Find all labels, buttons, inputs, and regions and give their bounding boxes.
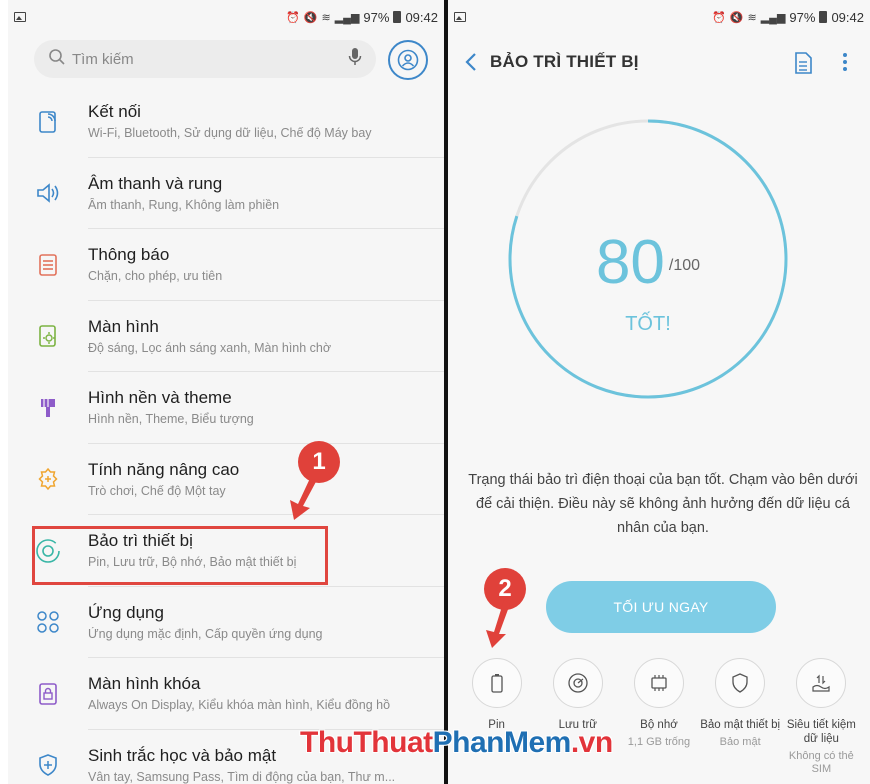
gallery-notification-icon bbox=[14, 12, 26, 22]
search-input[interactable]: Tìm kiếm bbox=[72, 51, 348, 68]
settings-item-apps[interactable]: Ứng dụng Ứng dụng mặc định, Cấp quyền ứng… bbox=[8, 587, 444, 658]
report-icon[interactable] bbox=[794, 52, 812, 79]
score-max: /100 bbox=[668, 257, 701, 274]
shield-icon bbox=[732, 673, 748, 693]
tool-label: Bộ nhớ bbox=[640, 719, 678, 731]
notification-icon bbox=[39, 253, 57, 276]
advanced-gear-icon bbox=[38, 468, 58, 491]
cell-signal-icon: ▂▄▆ bbox=[760, 11, 786, 24]
more-options-icon[interactable] bbox=[842, 52, 848, 77]
item-title: Tính năng nâng cao bbox=[88, 459, 240, 479]
brush-icon bbox=[41, 398, 55, 417]
apps-grid-icon bbox=[37, 611, 59, 633]
tool-ultra-data-saving[interactable]: Siêu tiết kiệm dữ liệu Không có thẻ SIM bbox=[781, 658, 861, 776]
display-icon bbox=[39, 325, 56, 348]
score-gauge: 80/100 TỐT! bbox=[506, 117, 790, 401]
mute-icon: 🔇 bbox=[303, 11, 318, 24]
item-subtitle: Độ sáng, Lọc ánh sáng xanh, Màn hình chờ bbox=[88, 340, 332, 355]
watermark-part-1: ThuThuat bbox=[300, 726, 433, 759]
alarm-icon: ⏰ bbox=[286, 11, 300, 24]
profile-button[interactable] bbox=[388, 40, 428, 80]
settings-item-notifications[interactable]: Thông báo Chặn, cho phép, ưu tiên bbox=[8, 229, 444, 301]
status-bar: ⏰ 🔇 ≋ ▂▄▆ 97% 09:42 bbox=[8, 0, 444, 34]
alarm-icon: ⏰ bbox=[712, 11, 726, 24]
settings-item-connections[interactable]: Kết nối Wi-Fi, Bluetooth, Sử dụng dữ liệu… bbox=[8, 86, 444, 158]
lock-icon bbox=[39, 682, 57, 705]
item-title: Kết nối bbox=[88, 102, 141, 122]
step-1-arrow-icon bbox=[290, 474, 318, 520]
wifi-icon bbox=[39, 110, 56, 133]
watermark-logo: ThuThuatPhanMem.vn bbox=[300, 726, 613, 760]
status-description: Trạng thái bảo trì điện thoại của bạn tố… bbox=[468, 472, 858, 536]
settings-list: Kết nối Wi-Fi, Bluetooth, Sử dụng dữ liệu… bbox=[8, 86, 444, 784]
tool-status: Không có thẻ SIM bbox=[788, 750, 854, 775]
item-subtitle: Âm thanh, Rung, Không làm phiền bbox=[88, 197, 280, 212]
search-bar[interactable]: Tìm kiếm bbox=[34, 40, 376, 78]
back-arrow-icon[interactable] bbox=[464, 52, 478, 72]
battery-status-icon bbox=[819, 11, 828, 23]
item-subtitle: Wi-Fi, Bluetooth, Sử dụng dữ liệu, Chế đ… bbox=[88, 126, 372, 141]
item-title: Thông báo bbox=[88, 245, 170, 265]
tool-device-security[interactable]: Bảo mật thiết bị Bảo mật bbox=[700, 658, 780, 776]
score-display: 80/100 bbox=[506, 227, 790, 298]
storage-icon bbox=[568, 673, 588, 693]
score-label: TỐT! bbox=[625, 313, 671, 335]
tool-label: Bảo mật thiết bị bbox=[700, 719, 781, 731]
tool-label: Siêu tiết kiệm dữ liệu bbox=[786, 719, 856, 745]
item-subtitle: Trò chơi, Chế độ Một tay bbox=[88, 483, 226, 498]
optimize-now-button[interactable]: TỐI ƯU NGAY bbox=[546, 581, 776, 633]
settings-item-display[interactable]: Màn hình Độ sáng, Lọc ánh sáng xanh, Màn … bbox=[8, 301, 444, 372]
page-title: BẢO TRÌ THIẾT BỊ bbox=[490, 52, 639, 71]
highlight-box bbox=[32, 526, 328, 585]
profile-icon bbox=[397, 49, 419, 71]
item-subtitle: Hình nền, Theme, Biểu tượng bbox=[88, 412, 254, 427]
wifi-signal-icon: ≋ bbox=[321, 11, 331, 24]
data-saver-icon bbox=[812, 674, 830, 692]
score-value: 80 bbox=[595, 228, 665, 297]
watermark-part-2: PhanMem bbox=[432, 726, 572, 759]
item-title: Hình nền và theme bbox=[88, 388, 232, 408]
item-title: Màn hình khóa bbox=[88, 674, 201, 694]
device-maintenance-screen: ⏰ 🔇 ≋ ▂▄▆ 97% 09:42 BẢO TRÌ THIẾT BỊ 80/… bbox=[448, 0, 870, 784]
microphone-icon[interactable] bbox=[348, 47, 362, 72]
item-subtitle: Always On Display, Kiểu khóa màn hình, K… bbox=[88, 698, 391, 713]
item-title: Âm thanh và rung bbox=[88, 173, 223, 193]
memory-chip-icon bbox=[651, 675, 667, 691]
status-bar: ⏰ 🔇 ≋ ▂▄▆ 97% 09:42 bbox=[448, 0, 870, 34]
battery-percent: 97% bbox=[363, 9, 390, 25]
battery-status-icon bbox=[393, 11, 402, 23]
settings-item-wallpapers-themes[interactable]: Hình nền và theme Hình nền, Theme, Biểu t… bbox=[8, 372, 444, 444]
item-subtitle: Vân tay, Samsung Pass, Tìm di động của b… bbox=[88, 770, 396, 784]
item-title: Ứng dụng bbox=[88, 602, 164, 622]
clock: 09:42 bbox=[405, 9, 438, 25]
gallery-notification-icon bbox=[454, 12, 466, 22]
mute-icon: 🔇 bbox=[729, 11, 744, 24]
battery-percent: 97% bbox=[789, 9, 816, 25]
item-title: Màn hình bbox=[88, 316, 159, 336]
step-2-arrow-icon bbox=[486, 600, 510, 648]
settings-item-sound[interactable]: Âm thanh và rung Âm thanh, Rung, Không là… bbox=[8, 158, 444, 229]
item-subtitle: Chặn, cho phép, ưu tiên bbox=[88, 269, 223, 284]
settings-item-advanced-features[interactable]: Tính năng nâng cao Trò chơi, Chế độ Một t… bbox=[8, 444, 444, 515]
clock: 09:42 bbox=[831, 9, 864, 25]
settings-item-lock-screen[interactable]: Màn hình khóa Always On Display, Kiểu khó… bbox=[8, 658, 444, 730]
watermark-part-3: .vn bbox=[570, 726, 613, 759]
tool-status: 1,1 GB trống bbox=[627, 736, 691, 748]
shield-plus-icon bbox=[39, 754, 57, 777]
speaker-icon bbox=[37, 183, 59, 203]
tool-status: Bảo mật bbox=[719, 736, 761, 748]
tool-memory[interactable]: Bộ nhớ 1,1 GB trống bbox=[619, 658, 699, 776]
wifi-signal-icon: ≋ bbox=[747, 11, 757, 24]
app-bar: BẢO TRÌ THIẾT BỊ bbox=[448, 34, 870, 90]
cell-signal-icon: ▂▄▆ bbox=[334, 11, 360, 24]
search-icon bbox=[48, 48, 66, 71]
battery-icon bbox=[490, 674, 503, 693]
item-subtitle: Ứng dụng mặc định, Cấp quyền ứng dụng bbox=[88, 626, 323, 641]
settings-screen: ⏰ 🔇 ≋ ▂▄▆ 97% 09:42 Tìm kiếm Kết nối Wi-F… bbox=[8, 0, 444, 784]
